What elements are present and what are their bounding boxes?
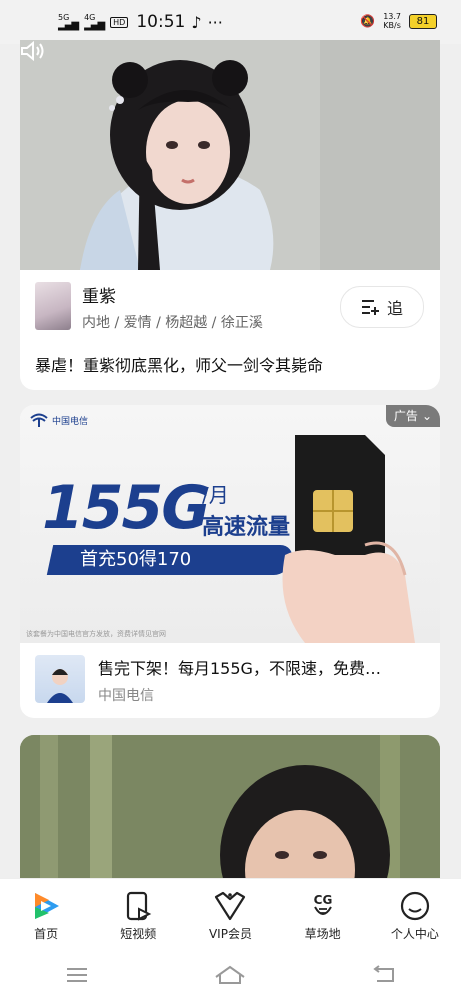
svg-text:CG: CG: [313, 893, 332, 907]
mute-bell-icon: 🔕: [360, 14, 376, 28]
advertiser-avatar[interactable]: [35, 655, 85, 703]
advertiser-avatar-illustration: [47, 669, 73, 703]
show-title[interactable]: 重紫: [82, 282, 116, 307]
video-thumbnail-2[interactable]: [20, 735, 440, 895]
show-meta: 内地 / 爱情 / 杨超越 / 徐正溪: [82, 315, 263, 331]
home-logo-icon: [35, 893, 60, 919]
video-caption[interactable]: 暴虐！重紫彻底黑化，师父一剑令其毙命: [35, 352, 323, 376]
ad-fine-print: 该套餐为中国电信官方发放，资费详情见官网: [26, 630, 166, 638]
home-icon: [215, 965, 246, 984]
tab-home[interactable]: 首页: [3, 879, 89, 942]
short-video-icon: [127, 891, 152, 921]
status-left: 5G ▂▄▆ 4G ▂▄▆ HD 10:51 ♪ ···: [58, 12, 223, 32]
show-poster[interactable]: [35, 282, 71, 330]
tab-profile[interactable]: 个人中心: [372, 879, 458, 942]
ad-brand: 中国电信: [98, 688, 154, 704]
ad-per-month: /月: [202, 483, 229, 507]
tab-label: 短视频: [120, 927, 157, 941]
feed-card-ad[interactable]: 中国电信 广告 ⌄ 155G /月 高速流量 首充50得170 该套餐为中国电信…: [20, 405, 440, 718]
battery-indicator: 81: [409, 13, 437, 29]
tab-label: 首页: [34, 927, 59, 941]
follow-button[interactable]: 追: [340, 286, 424, 328]
hd-badge: HD: [110, 16, 129, 28]
status-bar: 5G ▂▄▆ 4G ▂▄▆ HD 10:51 ♪ ··· 🔕 13.7 KB/s 81: [0, 0, 461, 44]
tiktok-icon: ♪: [191, 12, 202, 32]
system-nav-bar: [0, 950, 461, 1000]
tab-caochangdi[interactable]: CG 草场地: [280, 879, 366, 942]
signal-5g-icon: 5G ▂▄▆: [58, 13, 79, 31]
net-speed: 13.7 KB/s: [383, 12, 401, 30]
add-to-list-icon: [361, 300, 379, 315]
ad-title[interactable]: 售完下架！每月155G，不限速，免费…: [98, 655, 381, 679]
tab-vip[interactable]: VIP会员: [187, 879, 273, 942]
sim-card-hand-illustration: [282, 435, 415, 643]
ad-banner[interactable]: 中国电信 广告 ⌄ 155G /月 高速流量 首充50得170 该套餐为中国电信…: [20, 405, 440, 643]
feed-card-video-2[interactable]: [20, 735, 440, 895]
vip-icon: [215, 891, 246, 921]
signal-4g-icon: 4G ▂▄▆: [84, 13, 105, 31]
tab-label: 草场地: [304, 927, 341, 941]
bottom-tab-bar: 首页 短视频 VIP会员 CG 草场地 个人中心: [0, 878, 461, 951]
video-thumbnail[interactable]: [20, 40, 440, 270]
volume-muted-icon[interactable]: [20, 40, 46, 62]
tab-label: 个人中心: [390, 927, 439, 941]
back-icon: [373, 965, 395, 982]
nav-home-button[interactable]: [210, 960, 250, 990]
menu-icon: [66, 968, 87, 982]
ad-promo-band: 首充50得170: [46, 545, 296, 575]
nav-menu-button[interactable]: [57, 960, 97, 990]
tab-label: VIP会员: [208, 927, 252, 941]
profile-icon: [400, 891, 429, 921]
telecom-logo-icon: [30, 413, 48, 427]
tab-short-video[interactable]: 短视频: [95, 879, 181, 942]
status-right: 🔕 13.7 KB/s 81: [360, 12, 437, 30]
cg-icon: CG: [313, 893, 332, 915]
clock: 10:51: [136, 12, 186, 32]
hero-illustration: [20, 40, 440, 270]
follow-label: 追: [386, 299, 403, 318]
feed-card-video[interactable]: 重紫 内地 / 爱情 / 杨超越 / 徐正溪 追 暴虐！重紫彻底黑化，师父一剑令…: [20, 40, 440, 390]
telecom-logo: 中国电信: [30, 413, 88, 427]
more-dots: ···: [207, 12, 223, 32]
ad-headline-number: 155G: [42, 473, 210, 543]
nav-back-button[interactable]: [364, 960, 404, 990]
